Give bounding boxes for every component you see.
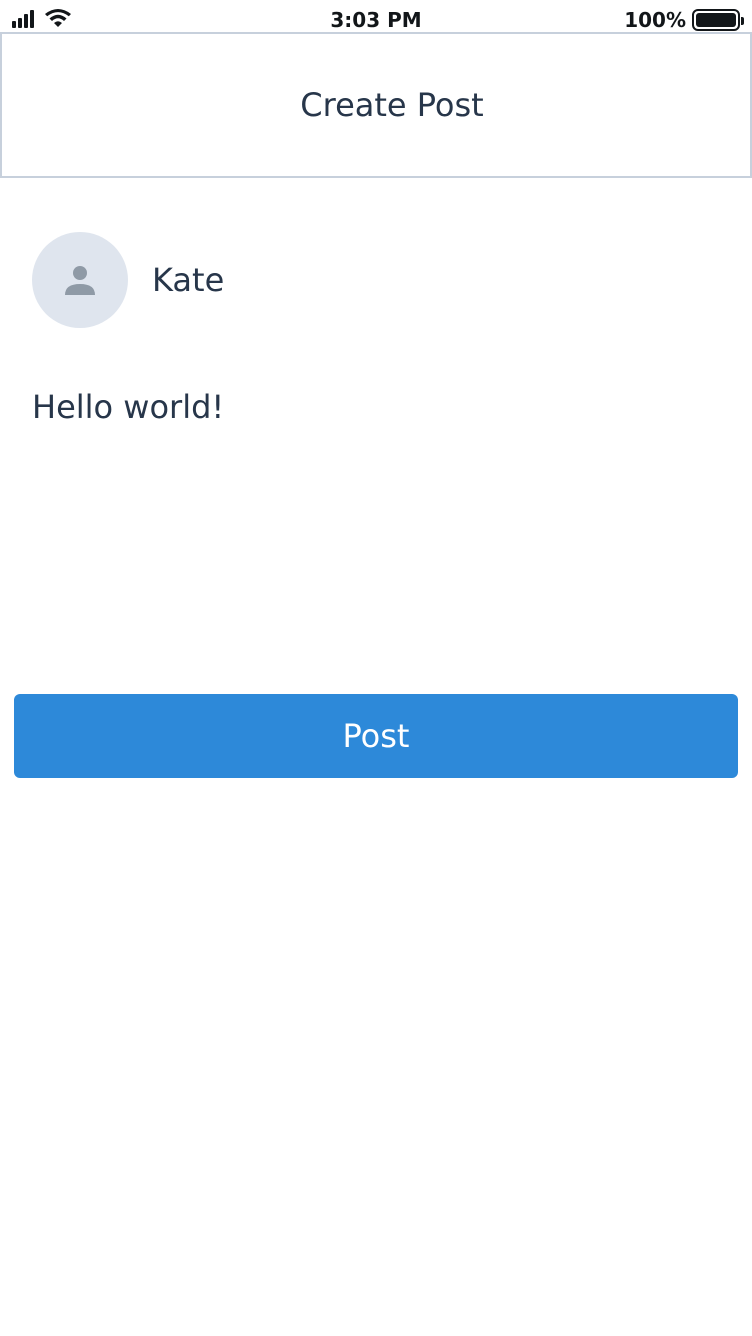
post-text-input[interactable]: Hello world! [32,388,720,648]
battery-icon [692,9,744,31]
page-title: Create Post [300,86,484,124]
post-button-label: Post [342,717,410,755]
battery-percent: 100% [624,8,686,32]
author-name: Kate [152,261,225,299]
post-author: Kate [32,232,224,328]
battery-level [696,13,736,27]
battery-status: 100% [624,8,744,32]
post-button[interactable]: Post [14,694,738,778]
header: Create Post [0,32,752,178]
avatar [32,232,128,328]
status-bar: 3:03 PM 100% [0,0,752,34]
person-icon [65,266,95,295]
